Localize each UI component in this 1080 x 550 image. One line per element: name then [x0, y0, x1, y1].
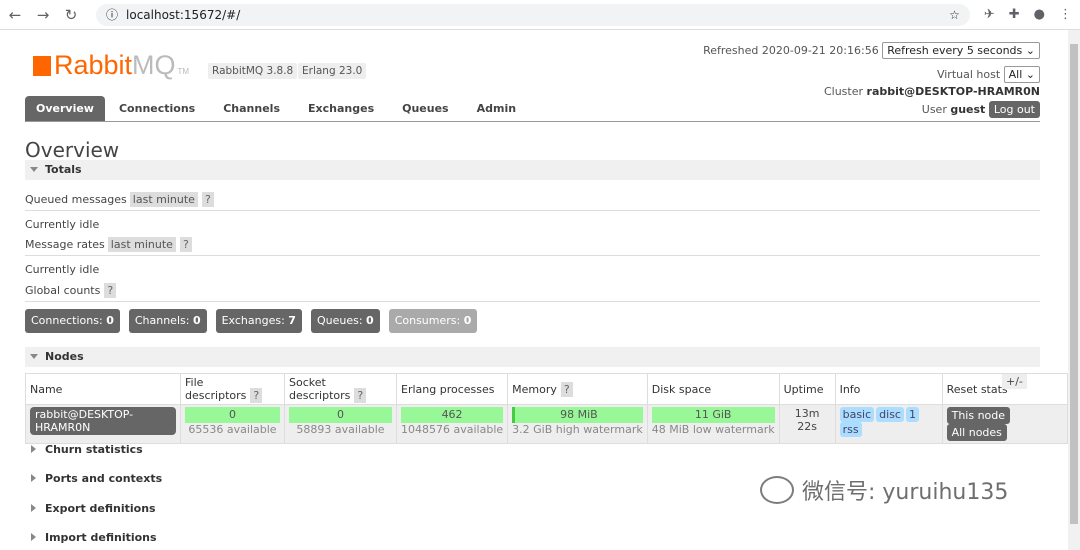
- puzzle-icon[interactable]: ✚: [1009, 7, 1020, 22]
- url-text: localhost:15672/#/: [126, 7, 241, 22]
- rabbitmq-logo: Rabbit MQ TM: [33, 50, 189, 81]
- table-row: rabbit@DESKTOP-HRAMR0N 0 65536 available …: [25, 404, 1068, 444]
- help-icon[interactable]: ?: [179, 237, 192, 252]
- memory-watermark: 3.2 GiB high watermark: [512, 423, 643, 436]
- queues-count[interactable]: Queues: 0: [310, 309, 380, 333]
- sd-available: 58893 available: [296, 423, 385, 436]
- scrollbar-thumb[interactable]: [1070, 44, 1078, 524]
- col-uptime: Uptime: [778, 373, 836, 405]
- help-icon[interactable]: ?: [104, 283, 117, 298]
- channels-count[interactable]: Channels: 0: [128, 309, 207, 333]
- ep-available: 1048576 available: [401, 423, 504, 436]
- fd-available: 65536 available: [188, 423, 277, 436]
- refreshed-label: Refreshed: [703, 44, 759, 57]
- page: Rabbit MQ TM RabbitMQ 3.8.8 Erlang 23.0 Re…: [0, 30, 1068, 550]
- columns-toggle[interactable]: +/-: [1002, 374, 1027, 389]
- refresh-select[interactable]: Refresh every 5 seconds ⌄: [882, 42, 1040, 59]
- rates-idle: Currently idle: [25, 263, 100, 276]
- vhost-option: All: [1008, 68, 1023, 81]
- wechat-icon: [760, 476, 794, 504]
- ports-contexts-section[interactable]: Ports and contexts: [25, 472, 162, 485]
- vhost-label: Virtual host: [936, 68, 1001, 81]
- info-cell: basic disc 1 rss: [834, 404, 943, 444]
- help-icon[interactable]: ?: [560, 381, 573, 397]
- reset-all-nodes-button[interactable]: All nodes: [946, 424, 1007, 441]
- col-info: Info: [834, 373, 943, 405]
- connections-count[interactable]: Connections: 0: [25, 309, 120, 333]
- col-file-descriptors: File descriptors?: [180, 373, 285, 405]
- global-counts-row: Global counts?: [25, 283, 1040, 302]
- queued-range[interactable]: last minute: [129, 192, 198, 207]
- consumers-count: Consumers: 0: [388, 309, 478, 333]
- col-erlang-processes: Erlang processes: [395, 373, 509, 405]
- queued-messages-row: Queued messages last minute?: [25, 192, 1040, 211]
- tab-exchanges[interactable]: Exchanges: [294, 96, 388, 121]
- vhost-row: Virtual host All ⌄: [937, 66, 1040, 83]
- tab-channels[interactable]: Channels: [209, 96, 294, 121]
- forward-icon[interactable]: →: [36, 6, 50, 24]
- uptime: 13m 22s: [778, 404, 836, 444]
- address-bar[interactable]: ⓘ localhost:15672/#/ ☆: [96, 3, 970, 26]
- col-name: Name: [25, 373, 181, 405]
- memory-bar: 98 MiB: [512, 407, 643, 423]
- col-memory: Memory?: [507, 373, 648, 405]
- extension-icon[interactable]: ✈: [984, 7, 995, 22]
- global-counts-label: Global counts: [25, 284, 101, 297]
- churn-statistics-section[interactable]: Churn statistics: [25, 443, 143, 456]
- import-definitions-section[interactable]: Import definitions: [25, 531, 157, 544]
- help-icon[interactable]: ?: [250, 388, 263, 403]
- tab-overview[interactable]: Overview: [25, 96, 105, 121]
- vhost-select[interactable]: All ⌄: [1003, 66, 1040, 83]
- exchanges-count[interactable]: Exchanges: 7: [215, 309, 302, 333]
- message-rates-label: Message rates: [25, 238, 105, 251]
- disk-watermark: 48 MiB low watermark: [651, 423, 775, 436]
- tab-queues[interactable]: Queues: [388, 96, 462, 121]
- star-icon[interactable]: ☆: [949, 8, 960, 22]
- help-icon[interactable]: ?: [201, 192, 214, 207]
- scrollbar[interactable]: [1068, 30, 1080, 550]
- fd-bar: 0: [185, 407, 280, 423]
- col-disk-space: Disk space: [646, 373, 780, 405]
- version-badge: RabbitMQ 3.8.8: [208, 63, 298, 79]
- info-icon: ⓘ: [106, 8, 119, 22]
- info-basic[interactable]: basic: [839, 407, 875, 422]
- page-title: Overview: [25, 138, 120, 162]
- main-tabs: Overview Connections Channels Exchanges …: [25, 96, 1040, 122]
- refresh-option: Refresh every 5 seconds: [887, 44, 1023, 57]
- tab-connections[interactable]: Connections: [105, 96, 209, 121]
- watermark: 微信号: yuruihu135: [760, 474, 1008, 506]
- sd-bar: 0: [289, 407, 392, 423]
- disk-bar: 11 GiB: [651, 407, 775, 423]
- info-rss[interactable]: rss: [839, 422, 862, 437]
- back-icon[interactable]: ←: [8, 6, 22, 24]
- erlang-badge: Erlang 23.0: [298, 63, 367, 79]
- global-counts: Connections: 0 Channels: 0 Exchanges: 7 …: [25, 309, 478, 333]
- col-socket-descriptors: Socket descriptors?: [284, 373, 397, 405]
- node-link[interactable]: rabbit@DESKTOP-HRAMR0N: [30, 407, 176, 435]
- reset-this-node-button[interactable]: This node: [946, 407, 1011, 424]
- message-rates-row: Message rates last minute?: [25, 237, 1040, 256]
- browser-toolbar: ← → ↻ ⓘ localhost:15672/#/ ☆ ✈ ✚ ● ⋮: [0, 0, 1080, 30]
- nodes-table: Name File descriptors? Socket descriptor…: [25, 373, 1068, 444]
- table-header: Name File descriptors? Socket descriptor…: [25, 373, 1068, 405]
- profile-icon[interactable]: ●: [1034, 7, 1045, 22]
- help-icon[interactable]: ?: [354, 388, 367, 403]
- watermark-text: 微信号: yuruihu135: [802, 480, 1009, 505]
- tab-admin[interactable]: Admin: [463, 96, 530, 121]
- refreshed-time: 2020-09-21 20:16:56: [761, 44, 879, 57]
- nodes-section-header[interactable]: Nodes: [25, 347, 1040, 367]
- reload-icon[interactable]: ↻: [64, 6, 78, 24]
- queued-messages-label: Queued messages: [25, 193, 127, 206]
- export-definitions-section[interactable]: Export definitions: [25, 502, 156, 515]
- queued-idle: Currently idle: [25, 218, 100, 231]
- menu-icon[interactable]: ⋮: [1059, 7, 1072, 22]
- totals-section-header[interactable]: Totals: [25, 160, 1040, 180]
- info-count[interactable]: 1: [905, 407, 919, 422]
- ep-bar: 462: [401, 407, 504, 423]
- info-disc[interactable]: disc: [876, 407, 904, 422]
- refresh-info: Refreshed 2020-09-21 20:16:56 Refresh ev…: [703, 42, 1040, 59]
- rates-range[interactable]: last minute: [107, 237, 176, 252]
